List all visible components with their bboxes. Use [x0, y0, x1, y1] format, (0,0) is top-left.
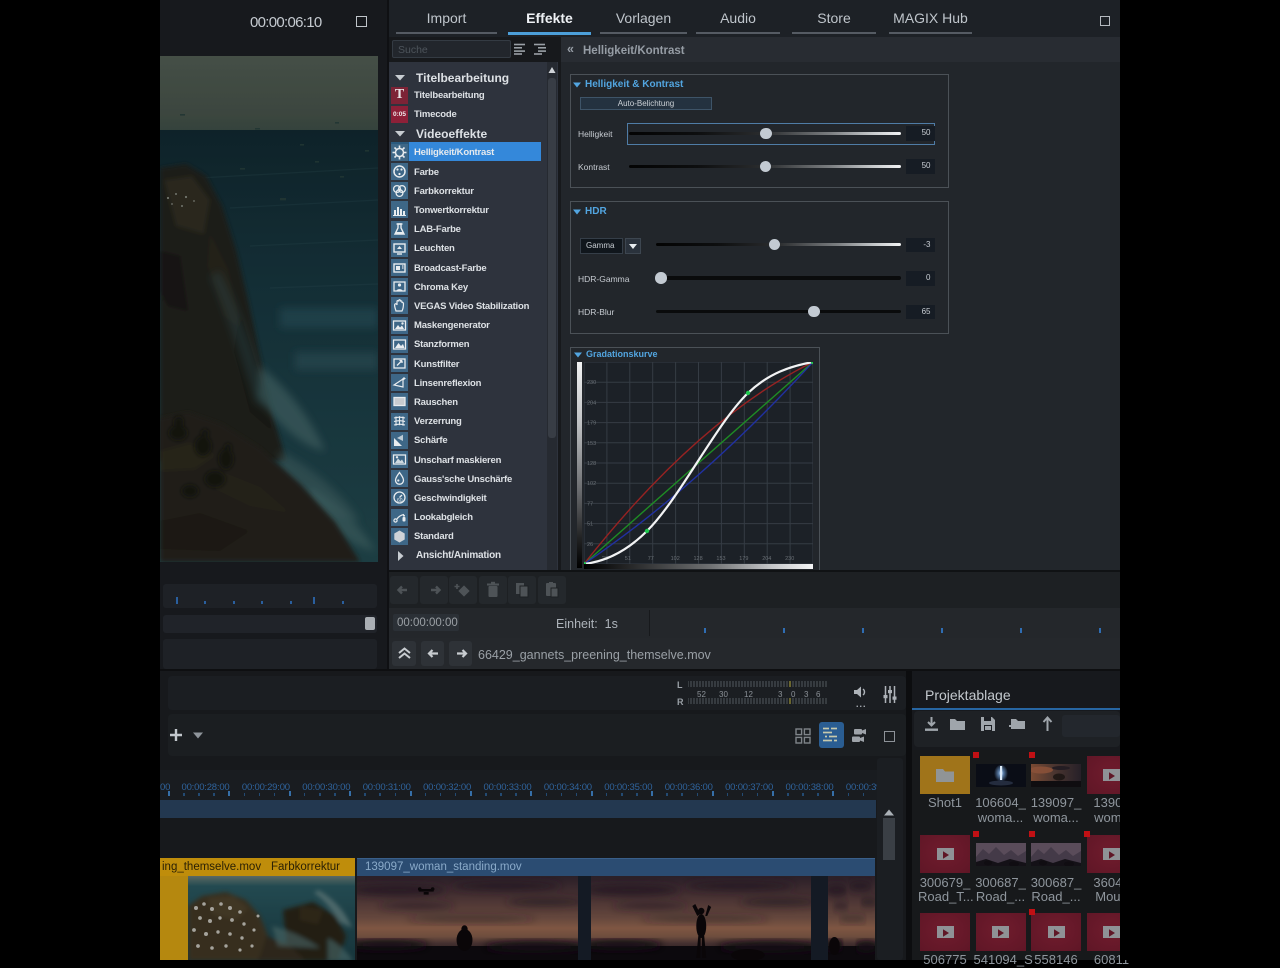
svg-text:153: 153: [716, 556, 725, 562]
svg-text:179: 179: [739, 556, 748, 562]
svg-text:77: 77: [648, 556, 654, 562]
svg-text:230: 230: [587, 380, 596, 386]
svg-text:60: 60: [397, 498, 403, 504]
svg-text:153: 153: [587, 441, 596, 447]
svg-text:179: 179: [587, 421, 596, 427]
svg-text:51: 51: [587, 522, 593, 528]
svg-text:128: 128: [694, 556, 703, 562]
svg-text:128: 128: [587, 461, 596, 467]
svg-text:102: 102: [671, 556, 680, 562]
svg-text:102: 102: [587, 481, 596, 487]
svg-text:204: 204: [587, 400, 596, 406]
svg-text:77: 77: [587, 501, 593, 507]
svg-text:230: 230: [785, 556, 794, 562]
svg-text:204: 204: [762, 556, 771, 562]
svg-text:51: 51: [625, 556, 631, 562]
svg-text:26: 26: [587, 542, 593, 548]
